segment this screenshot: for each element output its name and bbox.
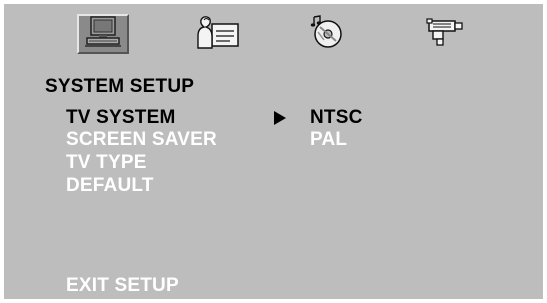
option-ntsc[interactable]: NTSC: [310, 107, 363, 129]
tab-language[interactable]: [192, 14, 242, 54]
menu-item-tv-system[interactable]: TV SYSTEM: [66, 107, 175, 129]
setup-panel: SYSTEM SETUP TV SYSTEM SCREEN SAVER TV T…: [4, 4, 543, 299]
exit-setup-button[interactable]: EXIT SETUP: [66, 275, 179, 297]
selection-arrow-icon: [274, 111, 286, 125]
menu-title: SYSTEM SETUP: [45, 76, 195, 97]
tab-audio[interactable]: [307, 14, 347, 54]
video-camera-icon: [425, 17, 465, 52]
monitor-icon: [83, 15, 123, 54]
menu-item-screen-saver[interactable]: SCREEN SAVER: [66, 129, 217, 151]
audio-disc-icon: [310, 14, 344, 54]
language-icon: [194, 14, 240, 55]
option-pal[interactable]: PAL: [310, 129, 347, 151]
menu-item-tv-type[interactable]: TV TYPE: [66, 152, 147, 174]
tab-video[interactable]: [422, 14, 468, 54]
dvd-setup-screen: SYSTEM SETUP TV SYSTEM SCREEN SAVER TV T…: [0, 0, 547, 303]
tab-system[interactable]: [77, 14, 129, 54]
menu-item-default[interactable]: DEFAULT: [66, 175, 154, 197]
